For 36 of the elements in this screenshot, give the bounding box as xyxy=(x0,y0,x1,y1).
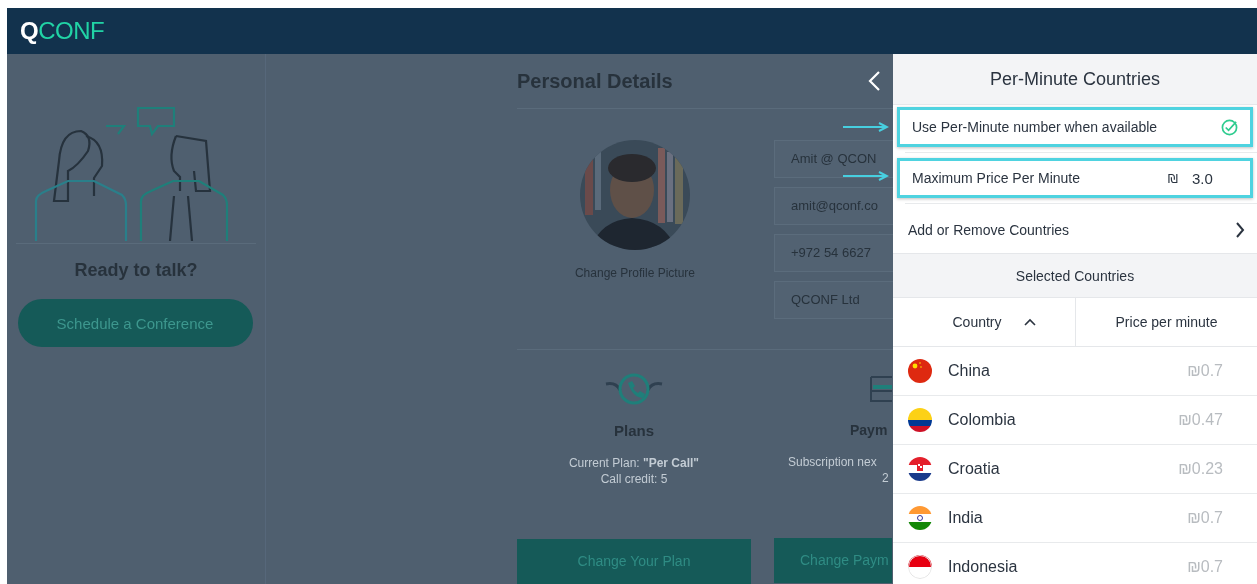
country-name: India xyxy=(948,509,984,527)
country-name: Croatia xyxy=(948,460,1001,478)
country-price: ₪0.7 xyxy=(1187,362,1223,380)
section-title: Selected Countries xyxy=(1015,267,1135,284)
logo: QCONF xyxy=(20,17,105,45)
chevron-right-icon xyxy=(1235,221,1245,239)
annotation-arrow xyxy=(843,122,889,132)
flag-icon xyxy=(908,408,932,432)
currency-sign: ₪ xyxy=(1167,170,1178,186)
schedule-conference-button[interactable]: Schedule a Conference xyxy=(17,299,253,347)
flag-icon xyxy=(908,359,932,383)
country-price: ₪0.7 xyxy=(1187,558,1223,576)
price-row[interactable]: Maximum Price Per Minute ₪ 3.0 xyxy=(897,158,1253,198)
panel-title: Per-Minute Countries xyxy=(989,68,1161,90)
toggle-row[interactable]: Use Per-Minute number when available xyxy=(897,107,1253,147)
flag-icon xyxy=(908,506,932,530)
flag-icon xyxy=(908,555,932,579)
back-chevron-icon[interactable] xyxy=(867,70,881,92)
column-header[interactable]: Price per minute xyxy=(1075,298,1257,346)
country-price: ₪0.7 xyxy=(1187,509,1223,527)
country-name: China xyxy=(948,362,991,380)
card-text: 2 xyxy=(882,470,889,486)
flag-icon xyxy=(908,457,932,481)
check-icon[interactable] xyxy=(1221,118,1238,136)
card-text: Current Plan: "Per Call" xyxy=(568,455,700,471)
country-name: Colombia xyxy=(948,411,1017,429)
country-name: Indonesia xyxy=(948,558,1019,576)
card-text: Call credit: 5 xyxy=(600,471,668,487)
price-value[interactable]: 3.0 xyxy=(1192,169,1238,187)
card-text: Subscription nex xyxy=(788,454,877,470)
phone-icon xyxy=(604,372,664,406)
country-price: ₪0.23 xyxy=(1178,460,1223,478)
annotation-arrow xyxy=(843,171,889,181)
country-price: ₪0.47 xyxy=(1178,411,1223,429)
column-header[interactable]: Country xyxy=(893,298,1075,346)
add-remove-row[interactable]: Add or Remove Countries xyxy=(893,207,1257,253)
